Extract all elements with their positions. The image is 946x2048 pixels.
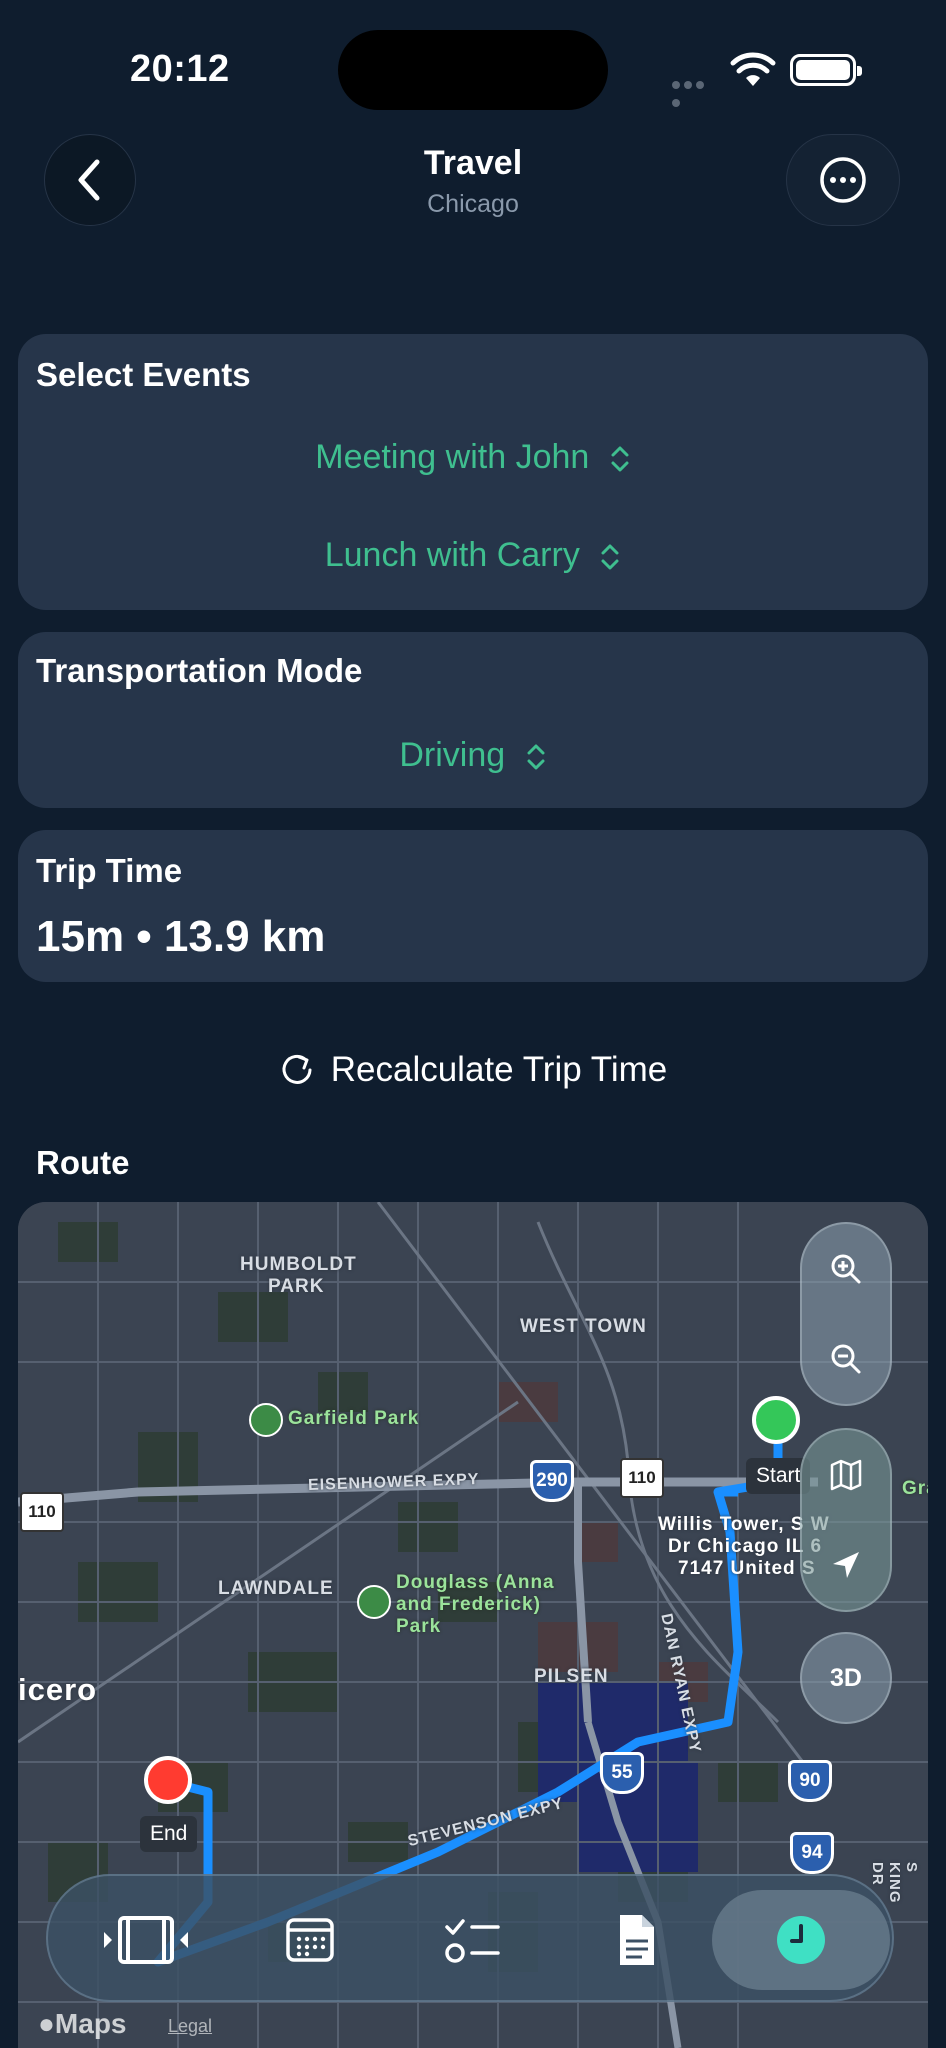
il-110-shield-right: 110: [620, 1458, 664, 1498]
map-mode-controls: [800, 1428, 892, 1612]
map-icon[interactable]: [829, 1458, 863, 1492]
map-label-west-town: WEST TOWN: [520, 1316, 647, 1337]
i-55-shield: 55: [600, 1752, 644, 1794]
map-label-gra: Gra: [902, 1478, 928, 1499]
transportation-mode-card: Transportation Mode Driving: [18, 632, 928, 808]
apple-logo-icon: ●: [38, 2008, 55, 2039]
i-90-shield: 90: [788, 1760, 832, 1802]
map-label-willis-3: 7147 United S: [678, 1558, 816, 1579]
chevron-up-down-icon: [527, 744, 545, 770]
calendar-icon: [286, 1918, 334, 1962]
wifi-icon: [730, 52, 776, 86]
zoom-controls: [800, 1222, 892, 1406]
document-icon: [620, 1915, 654, 1965]
map-label-douglass-3: Park: [396, 1616, 442, 1637]
tab-compare[interactable]: [96, 1890, 196, 1990]
map-label-willis-2: Dr Chicago IL 6: [668, 1536, 823, 1557]
end-label: End: [140, 1816, 198, 1852]
event-picker-2[interactable]: Lunch with Carry: [18, 536, 928, 575]
trip-time-value: 15m • 13.9 km: [36, 912, 326, 961]
trip-time-title: Trip Time: [36, 852, 183, 889]
apple-maps-credit: ●Maps: [38, 2008, 127, 2039]
map-label-humboldt: HUMBOLDT: [240, 1254, 357, 1275]
zoom-out-icon[interactable]: [829, 1342, 863, 1376]
select-events-title: Select Events: [36, 356, 251, 393]
map-label-park: PARK: [268, 1276, 325, 1297]
tab-document[interactable]: [586, 1890, 686, 1990]
status-bar: 20:12: [0, 0, 946, 130]
end-pin[interactable]: [144, 1756, 192, 1804]
start-pin[interactable]: [752, 1396, 800, 1444]
legal-link[interactable]: Legal: [168, 2016, 212, 2037]
more-button[interactable]: [786, 134, 900, 226]
3d-button[interactable]: 3D: [800, 1632, 892, 1724]
tab-checklist[interactable]: [422, 1890, 522, 1990]
tab-clock[interactable]: [712, 1890, 890, 1990]
status-time: 20:12: [130, 48, 230, 90]
chevron-up-down-icon: [611, 446, 629, 472]
recalculate-label: Recalculate Trip Time: [330, 1050, 668, 1089]
zoom-in-icon[interactable]: [829, 1252, 863, 1286]
chevron-up-down-icon: [601, 544, 619, 570]
event-picker-1[interactable]: Meeting with John: [18, 438, 928, 477]
tab-bar: [46, 1874, 894, 2002]
i-290-shield: 290: [530, 1460, 574, 1502]
transportation-mode-title: Transportation Mode: [36, 652, 363, 689]
recalculate-button[interactable]: Recalculate Trip Time: [0, 1050, 946, 1090]
map-label-pilsen: PILSEN: [534, 1666, 609, 1687]
event-picker-1-label: Meeting with John: [315, 438, 590, 476]
location-arrow-icon[interactable]: [829, 1548, 863, 1582]
trip-time-card: Trip Time 15m • 13.9 km: [18, 830, 928, 982]
tab-calendar[interactable]: [260, 1890, 360, 1990]
battery-icon: [790, 54, 862, 86]
ellipsis-circle-icon: [820, 157, 866, 203]
route-title: Route: [36, 1144, 130, 1181]
cellular-signal-icon: [672, 76, 718, 107]
transport-mode-label: Driving: [399, 736, 506, 774]
map-label-douglass-1: Douglass (Anna: [396, 1572, 555, 1593]
event-picker-2-label: Lunch with Carry: [324, 536, 580, 574]
map-label-garfield-park: Garfield Park: [288, 1408, 420, 1429]
checklist-icon: [445, 1919, 500, 1963]
transport-mode-picker[interactable]: Driving: [18, 736, 928, 775]
clock-icon: [777, 1916, 825, 1964]
select-events-card: Select Events Meeting with John Lunch wi…: [18, 334, 928, 610]
dynamic-island: [338, 30, 608, 110]
map-label-cicero: icero: [18, 1672, 98, 1707]
map-label-douglass-2: and Frederick): [396, 1594, 541, 1615]
refresh-icon: [282, 1054, 312, 1084]
compare-icon: [104, 1916, 188, 1964]
map-label-lawndale: LAWNDALE: [218, 1578, 334, 1599]
il-110-shield-left: 110: [20, 1492, 64, 1532]
i-94-shield: 94: [790, 1832, 834, 1874]
